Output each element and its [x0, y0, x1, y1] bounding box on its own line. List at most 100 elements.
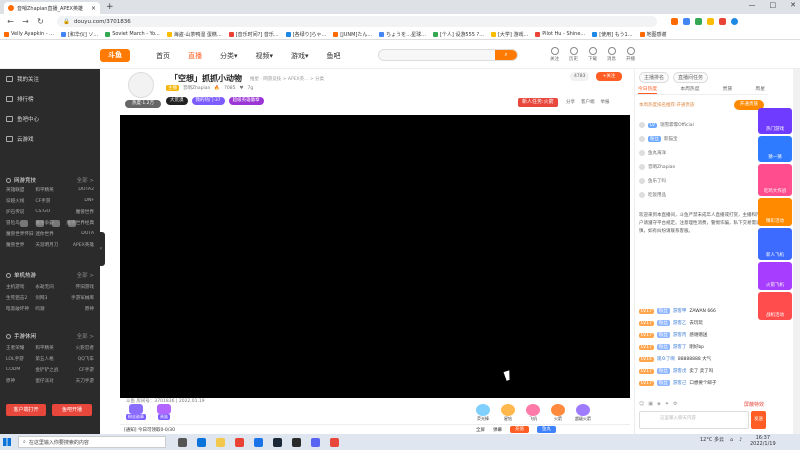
- rank-list-item[interactable]: 吃饭用品: [639, 188, 764, 202]
- more-link[interactable]: 全部 >: [77, 176, 94, 184]
- discord-icon[interactable]: [311, 437, 320, 447]
- room-tag[interactable]: 大荒漠: [166, 97, 188, 105]
- bookmark-item[interactable]: [各绿り]らゃ...: [285, 31, 326, 38]
- game-category-link[interactable]: 魔兽世界经典: [65, 220, 94, 226]
- taskbar-search[interactable]: ⌕ 在这里输入你要搜索的内容: [18, 436, 166, 448]
- game-category-link[interactable]: 原神: [6, 378, 35, 384]
- browser-tab[interactable]: 音哨Zhapian直播_APEX英雄 ×: [4, 2, 100, 14]
- emoji-icon[interactable]: ☺: [639, 401, 644, 407]
- bookmark-item[interactable]: [个人] 设游555 ?...: [432, 31, 484, 38]
- bookmark-item[interactable]: Soviet March - Yo...: [105, 31, 160, 37]
- chat-username[interactable]: 游客甲: [673, 308, 687, 314]
- maximize-icon[interactable]: □: [770, 1, 777, 9]
- bookmark-item[interactable]: [大学] 游戏...: [490, 31, 528, 38]
- anchor-rank-button[interactable]: 主播排名: [639, 71, 670, 83]
- nav-item[interactable]: 直播: [188, 51, 202, 61]
- game-category-link[interactable]: 蛋仔派对: [35, 378, 64, 384]
- profile-icon[interactable]: [731, 18, 738, 25]
- gift-item[interactable]: 荧光棒: [472, 404, 494, 424]
- tab-star[interactable]: 周星: [755, 85, 765, 94]
- extension-icon[interactable]: [695, 18, 702, 25]
- store-icon[interactable]: [254, 437, 263, 447]
- game-category-link[interactable]: 王者荣耀: [6, 345, 35, 351]
- chat-username[interactable]: 游客戊: [673, 368, 687, 374]
- report-button[interactable]: 举报: [601, 99, 610, 105]
- rank-list-item[interactable]: 音哨Zhapian: [639, 160, 764, 174]
- steam-icon[interactable]: [273, 437, 282, 447]
- bookmark-item[interactable]: 海盗·山茶鸭湿 蛋糕...: [166, 31, 222, 38]
- close-tab-icon[interactable]: ×: [91, 5, 96, 12]
- game-category-link[interactable]: 和平精英: [35, 187, 64, 193]
- game-category-link[interactable]: 第五人格: [35, 356, 64, 362]
- bookmark-item[interactable]: Pilot Hu - Shine...: [535, 31, 585, 37]
- room-tag[interactable]: 我的热门·37: [191, 97, 225, 105]
- game-category-link[interactable]: 手游军械库: [65, 295, 94, 301]
- nav-item[interactable]: 分类▾: [220, 51, 238, 61]
- sidebar-item-cloudgame[interactable]: 云游戏: [6, 135, 34, 143]
- url-input[interactable]: 🔒 douyu.com/3701836: [57, 16, 657, 27]
- extension-icon[interactable]: [719, 18, 726, 25]
- badge-icon[interactable]: ◈: [657, 401, 661, 407]
- close-window-icon[interactable]: ✕: [790, 1, 796, 9]
- game-category-link[interactable]: 永劫无间: [35, 284, 64, 290]
- rank-list-item[interactable]: 鱼丸海洋: [639, 146, 764, 160]
- header-icon-item[interactable]: 下载: [588, 47, 597, 62]
- room-category[interactable]: 推星 · 网游竞技 > APEX英... > 分类: [250, 76, 324, 82]
- client-button[interactable]: 客户端: [581, 99, 595, 105]
- game-category-link[interactable]: DNF: [65, 198, 94, 204]
- avatar[interactable]: [128, 72, 154, 98]
- fullscreen-button[interactable]: 全屏: [476, 427, 485, 433]
- tab-today[interactable]: 今日热度: [638, 85, 658, 94]
- game-category-link[interactable]: 怀旧游戏: [65, 284, 94, 290]
- activity-card[interactable]: 吃鸡大作战: [758, 164, 792, 196]
- game-category-link[interactable]: 火影忍者: [65, 345, 94, 351]
- game-category-link[interactable]: 魔兽世界: [65, 209, 94, 215]
- fishball-button[interactable]: 鱼丸: [537, 426, 556, 433]
- bookmark-item[interactable]: 地图感谢: [639, 31, 667, 38]
- header-icon-item[interactable]: 历史: [569, 47, 578, 62]
- sidebar-item-rank[interactable]: 排行榜: [6, 95, 34, 103]
- gift-item[interactable]: 飞机: [522, 404, 544, 424]
- game-category-link[interactable]: 鸣潮: [35, 306, 64, 312]
- room-tag[interactable]: 超级英雄徽章: [228, 97, 264, 105]
- game-category-link[interactable]: 炉石传说: [6, 209, 35, 215]
- chat-username[interactable]: 游客乙: [673, 320, 687, 326]
- extension-icon[interactable]: [683, 18, 690, 25]
- chrome-icon[interactable]: [235, 437, 244, 447]
- edge-icon[interactable]: [197, 437, 206, 447]
- bookmark-item[interactable]: [音乐时间?] 音乐...: [228, 31, 279, 38]
- game-category-link[interactable]: CF手游: [35, 198, 64, 204]
- danmaku-button[interactable]: 弹幕: [493, 427, 502, 433]
- new-tab-button[interactable]: +: [106, 2, 114, 12]
- gift-noble[interactable]: 贵族: [152, 404, 176, 424]
- bookmark-item[interactable]: [和华仪] ソ...: [60, 31, 98, 38]
- rank-list-item[interactable]: LV 瑞雪霏霏Official: [639, 118, 764, 132]
- game-category-link[interactable]: 暗黑破坏神: [6, 306, 35, 312]
- recharge-button[interactable]: 充值: [510, 426, 529, 433]
- gift-icon[interactable]: ▣: [648, 401, 653, 407]
- clock[interactable]: 16:37 2022/1/19: [750, 435, 776, 447]
- app-icon[interactable]: [330, 437, 339, 447]
- sidebar-item-follow[interactable]: 我的关注: [6, 75, 39, 83]
- game-category-link[interactable]: 生死狙击2: [6, 295, 35, 301]
- chat-username[interactable]: 观众了啊: [657, 356, 675, 362]
- game-category-link[interactable]: LOL手游: [6, 356, 35, 362]
- bookmark-item[interactable]: Velly Ayapkin - ...: [4, 31, 54, 37]
- forward-icon[interactable]: →: [21, 17, 30, 26]
- header-icon-item[interactable]: 消息: [607, 47, 616, 62]
- game-category-link[interactable]: 主机游戏: [6, 284, 35, 290]
- game-category-link[interactable]: 天涯明月刀: [35, 242, 64, 248]
- chat-username[interactable]: 游客己: [673, 380, 687, 386]
- header-icon-item[interactable]: 开播: [626, 47, 635, 62]
- search-icon[interactable]: ⌕: [495, 50, 517, 60]
- yuba-live-button[interactable]: 鱼吧开播: [52, 404, 92, 416]
- back-icon[interactable]: ←: [6, 17, 15, 26]
- game-category-link[interactable]: 冒险岛: [6, 220, 35, 226]
- gift-item[interactable]: 超级火箭: [572, 404, 594, 424]
- weather-text[interactable]: 12°C 多云: [700, 436, 724, 443]
- game-category-link[interactable]: 金铲铲之战: [35, 367, 64, 373]
- activity-card[interactable]: 战机活动: [758, 292, 792, 320]
- app-icon[interactable]: [292, 437, 301, 447]
- activity-card[interactable]: 猜一猜: [758, 136, 792, 162]
- rank-list-item[interactable]: 鱼乐了吗: [639, 174, 764, 188]
